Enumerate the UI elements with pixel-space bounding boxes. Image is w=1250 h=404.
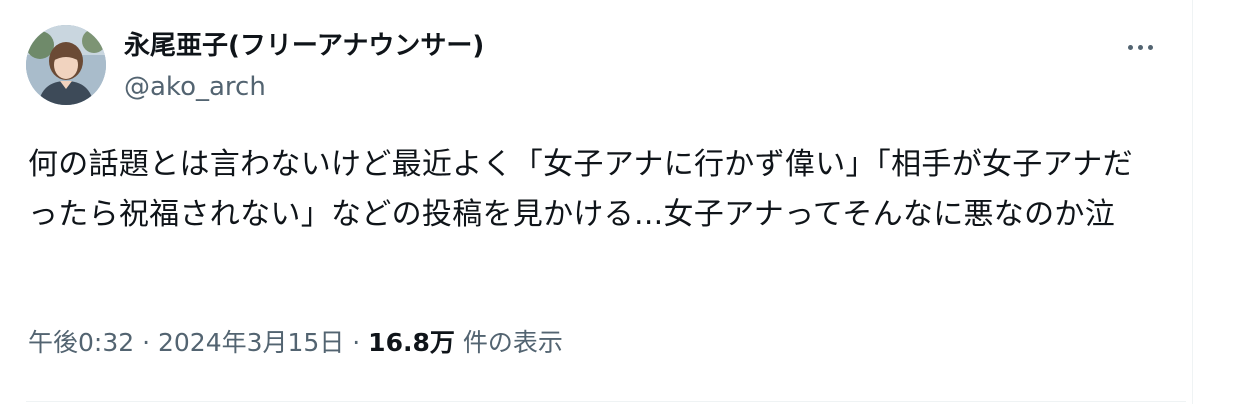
views-label: 件の表示 [462,328,563,357]
avatar-photo-icon [26,25,106,105]
tweet-time[interactable]: 午後0:32 [28,328,134,357]
column-divider [1192,0,1193,404]
more-options-button[interactable] [1118,30,1164,64]
views-count[interactable]: 16.8万 [368,328,455,357]
author-info: 永尾亜子(フリーアナウンサー) @ako_arch [124,28,484,102]
tweet-text: 何の話題とは言わないけど最近よく「女子アナに行かず偉い」「相手が女子アナだったら… [28,147,1133,232]
meta-separator: · [344,328,369,357]
author-display-name[interactable]: 永尾亜子(フリーアナウンサー) [124,28,484,64]
more-dot [1148,45,1153,50]
tweet-meta: 午後0:32 · 2024年3月15日 · 16.8万 件の表示 [28,325,563,361]
meta-separator: · [134,328,158,357]
more-dot [1138,45,1143,50]
author-avatar[interactable] [26,25,106,105]
tweet-divider [26,401,1186,402]
author-handle[interactable]: @ako_arch [124,72,484,102]
tweet-date[interactable]: 2024年3月15日 [158,328,344,357]
more-dot [1128,45,1133,50]
tweet-detail: 永尾亜子(フリーアナウンサー) @ako_arch 何の話題とは言わないけど最近… [0,0,1250,404]
